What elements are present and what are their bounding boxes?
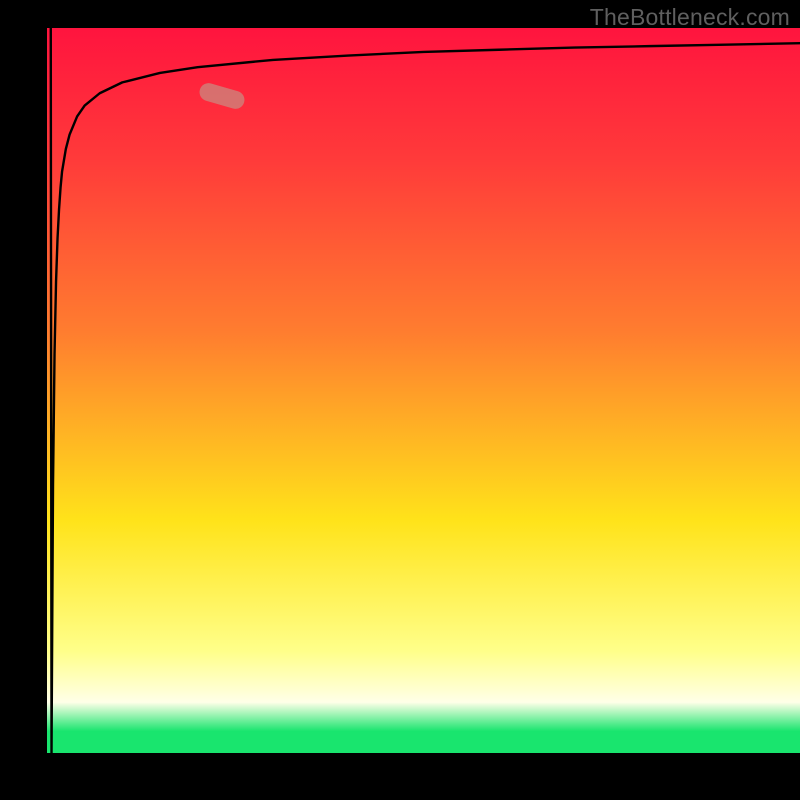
chart-curve	[47, 28, 800, 753]
plot-area	[47, 28, 800, 753]
watermark-text: TheBottleneck.com	[590, 4, 790, 31]
